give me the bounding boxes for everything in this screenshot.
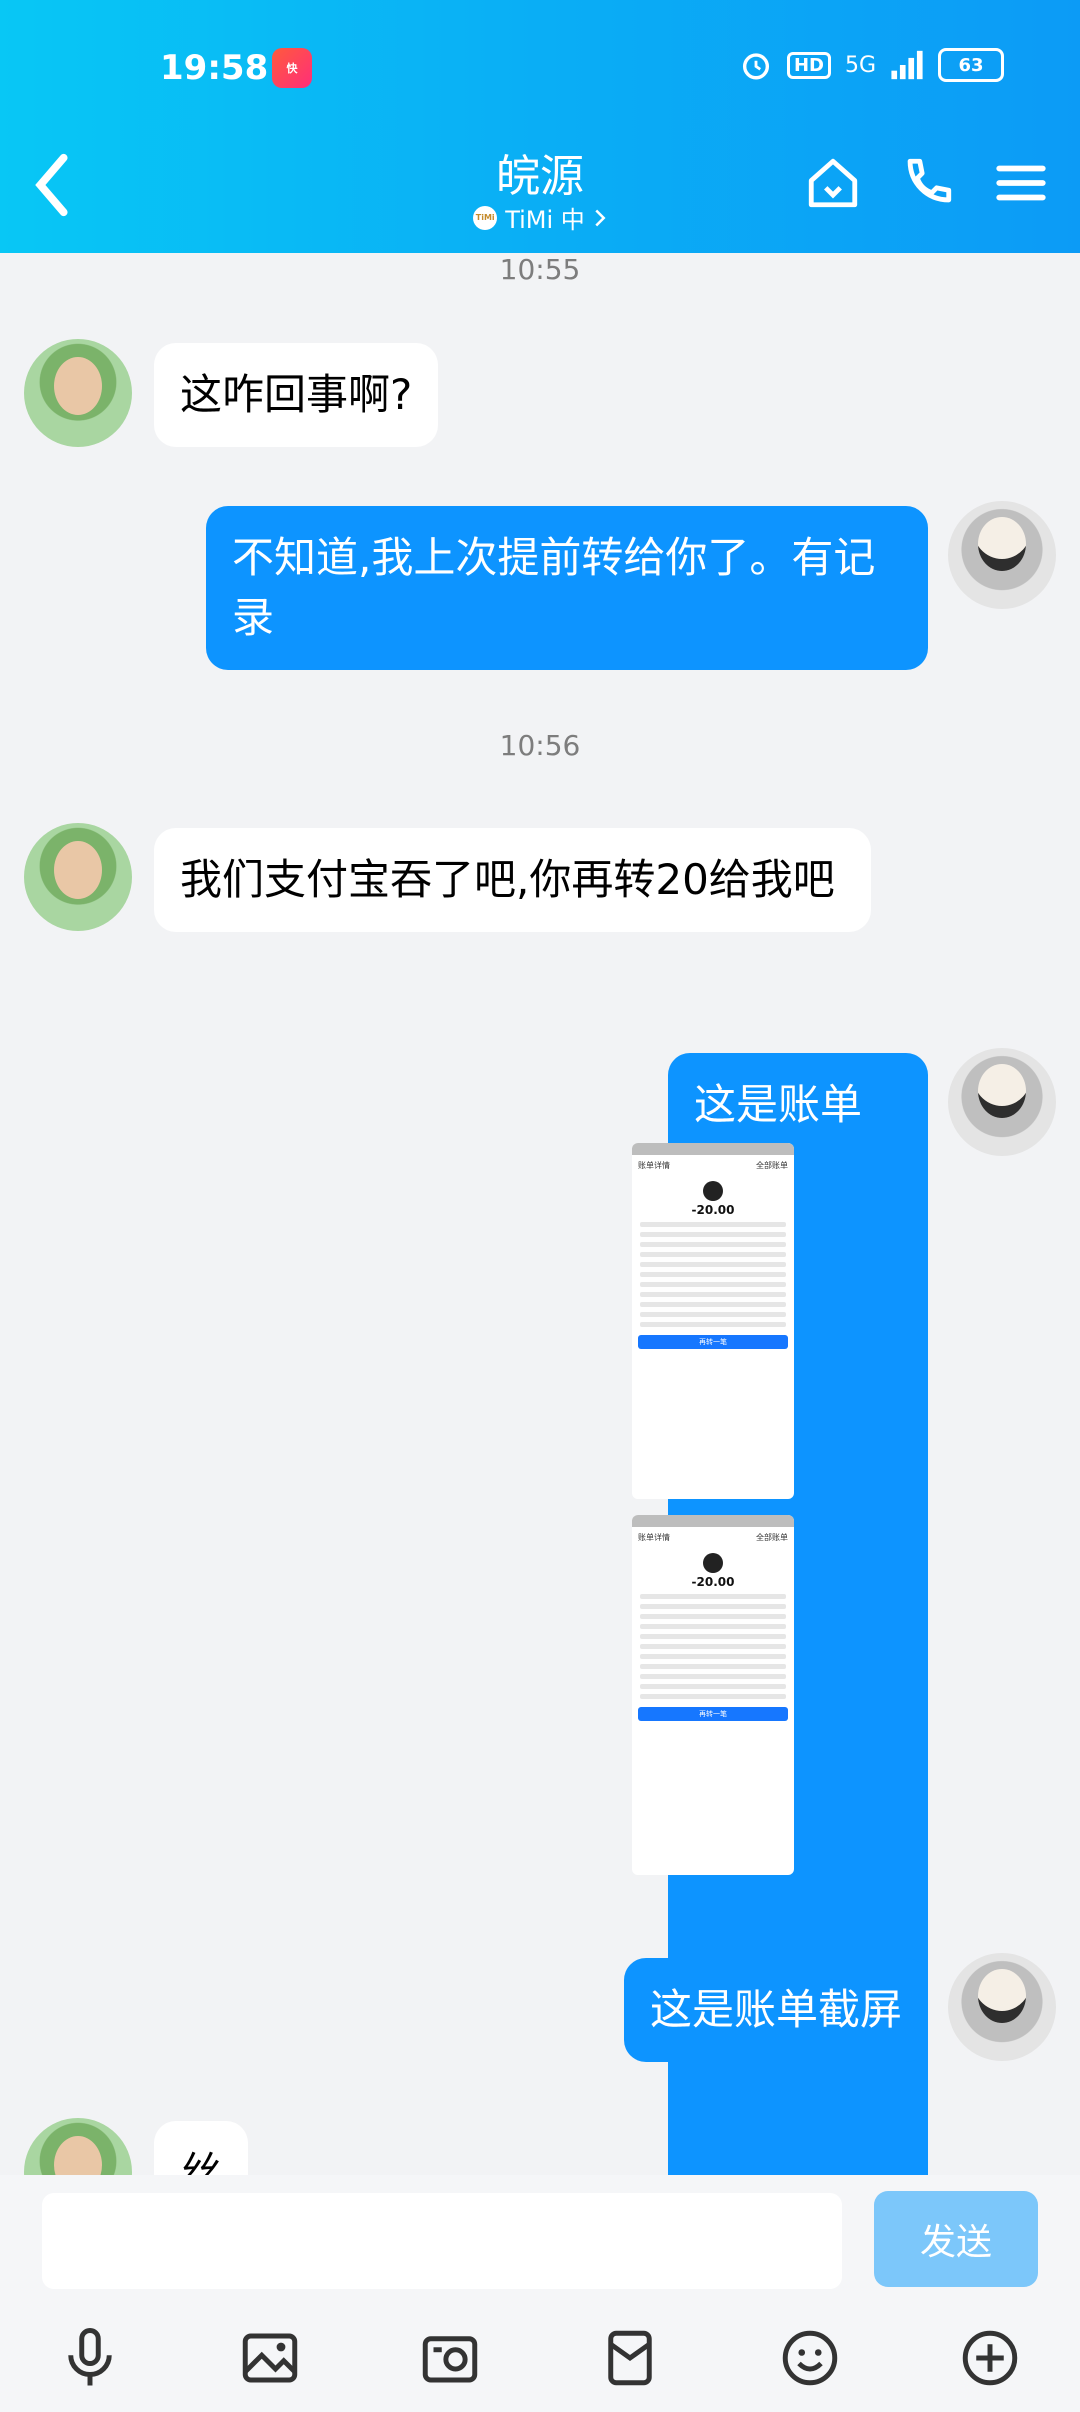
shot-line — [640, 1674, 786, 1679]
plus-icon[interactable] — [957, 2325, 1023, 2391]
shot-line — [640, 1604, 786, 1609]
subtitle-text: TiMi 中 — [505, 206, 585, 234]
shot-header: 账单详情 全部账单 — [632, 1155, 794, 1175]
bill-screenshot[interactable]: 账单详情 全部账单 -20.00 再转一笔 — [632, 1515, 794, 1875]
menu-icon[interactable] — [992, 154, 1050, 212]
avatar-self[interactable] — [948, 501, 1056, 609]
time-label: 10:55 — [499, 253, 581, 286]
message-input[interactable] — [42, 2193, 842, 2289]
message-bubble-received[interactable]: 我们支付宝吞了吧,你再转20给我吧 — [154, 828, 871, 932]
shot-line — [640, 1664, 786, 1669]
message-bubble-received[interactable]: 丝 — [154, 2121, 249, 2175]
red-packet-icon[interactable] — [597, 2325, 663, 2391]
shot-header: 账单详情 全部账单 — [632, 1527, 794, 1547]
shot-statusbar — [632, 1515, 794, 1527]
signal-icon — [891, 50, 923, 80]
shot-line — [640, 1292, 786, 1297]
composer-toolbar — [0, 2325, 1080, 2391]
shot-line — [640, 1644, 786, 1649]
shot-line — [640, 1262, 786, 1267]
shot-line — [640, 1272, 786, 1277]
avatar-contact[interactable] — [24, 2118, 132, 2175]
timi-logo-icon: TiMi — [473, 205, 498, 230]
shot-line — [640, 1232, 786, 1237]
shot-line — [640, 1322, 786, 1327]
shot-button: 再转一笔 — [638, 1707, 788, 1721]
shot-amount: -20.00 — [691, 1203, 735, 1217]
chevron-right-icon — [595, 209, 606, 226]
shot-line — [640, 1684, 786, 1689]
shot-line — [640, 1654, 786, 1659]
home-icon[interactable] — [804, 154, 862, 212]
shot-line — [640, 1282, 786, 1287]
alarm-icon — [742, 53, 769, 80]
emoji-icon[interactable] — [777, 2325, 843, 2391]
shot-statusbar — [632, 1143, 794, 1155]
signal-label: 5G — [844, 52, 876, 78]
message-bubble-sent[interactable]: 这是账单截屏 — [623, 1958, 928, 2062]
shot-line — [640, 1614, 786, 1619]
shot-button: 再转一笔 — [638, 1335, 788, 1349]
composer: 发送 — [0, 2175, 1080, 2412]
phone-icon[interactable] — [898, 154, 956, 212]
shot-header-left: 账单详情 — [638, 1160, 670, 1170]
hd-icon: HD — [786, 51, 831, 79]
send-button[interactable]: 发送 — [874, 2191, 1038, 2287]
shot-line — [640, 1302, 786, 1307]
shot-line — [640, 1222, 786, 1227]
shot-line — [640, 1252, 786, 1257]
status-icons: HD 5G 63 — [739, 48, 1004, 82]
status-time: 19:58 — [160, 48, 269, 88]
shot-line — [640, 1312, 786, 1317]
shot-line — [640, 1694, 786, 1699]
shot-line — [640, 1624, 786, 1629]
message-bubble-received[interactable]: 这咋回事啊? — [154, 343, 439, 447]
chat-header: 19:58 快 HD 5G 63 皖源 TiMi TiMi 中 — [0, 0, 1080, 253]
shot-logo — [703, 1181, 723, 1201]
shot-amount: -20.00 — [691, 1575, 735, 1589]
shot-line — [640, 1634, 786, 1639]
mic-icon[interactable] — [57, 2325, 123, 2391]
camera-icon[interactable] — [417, 2325, 483, 2391]
shot-header-right: 全部账单 — [756, 1160, 788, 1170]
shot-header-right: 全部账单 — [756, 1532, 788, 1542]
message-bubble-sent[interactable]: 不知道,我上次提前转给你了。有记录 — [206, 506, 928, 670]
shot-header-left: 账单详情 — [638, 1532, 670, 1542]
avatar-self[interactable] — [948, 1048, 1056, 1156]
bill-screenshot[interactable]: 账单详情 全部账单 -20.00 再转一笔 — [632, 1143, 794, 1499]
shot-line — [640, 1242, 786, 1247]
avatar-contact[interactable] — [24, 823, 132, 931]
avatar-self[interactable] — [948, 1953, 1056, 2061]
time-label: 10:56 — [499, 729, 581, 762]
photo-icon[interactable] — [237, 2325, 303, 2391]
shot-logo — [703, 1553, 723, 1573]
app-notification-icon: 快 — [272, 48, 312, 88]
nav-actions — [804, 154, 1050, 212]
battery-icon: 63 — [938, 48, 1004, 82]
message-list[interactable]: 10:55 这咋回事啊? 不知道,我上次提前转给你了。有记录 10:56 我们支… — [0, 253, 1080, 2175]
avatar-contact[interactable] — [24, 339, 132, 447]
shot-line — [640, 1594, 786, 1599]
